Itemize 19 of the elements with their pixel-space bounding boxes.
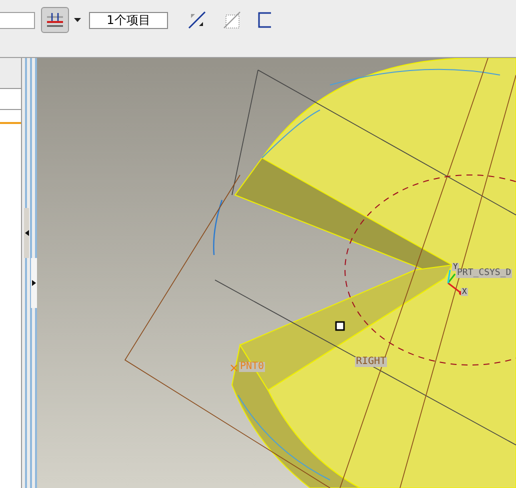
- datum-label: Y: [452, 263, 459, 271]
- datum-label: RIGHT: [355, 357, 388, 367]
- selection-count-field[interactable]: 1个项目: [89, 12, 168, 28]
- filter-button[interactable]: [41, 7, 69, 33]
- rectangle-diagonal-icon[interactable]: [223, 11, 241, 29]
- bracket-icon[interactable]: [258, 12, 272, 28]
- datum-label: PNT0: [239, 362, 266, 372]
- datum-label: PRT_CSYS_D: [456, 269, 512, 278]
- diagonal-line-arrow-icon[interactable]: [188, 11, 206, 29]
- collapse-handle[interactable]: [24, 208, 29, 258]
- datum-point-icon: [230, 364, 238, 372]
- expand-handle[interactable]: [31, 258, 37, 308]
- point-marker-icon: [335, 321, 345, 331]
- line-style-icon: [45, 12, 65, 28]
- left-arrow-icon: [24, 230, 28, 236]
- datum-label: X: [461, 288, 468, 296]
- right-arrow-icon: [32, 280, 36, 286]
- input-field[interactable]: [0, 12, 35, 28]
- dropdown-caret-icon[interactable]: [74, 18, 81, 22]
